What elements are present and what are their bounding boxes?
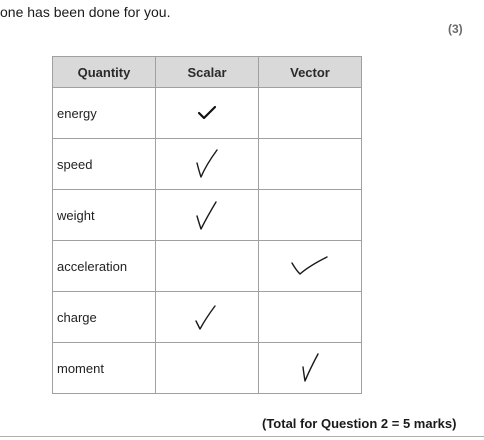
handwritten-tick-icon: [196, 201, 217, 230]
handwritten-tick-icon: [195, 305, 216, 330]
scalar-cell[interactable]: [155, 240, 259, 292]
instruction-text: one has been done for you.: [0, 4, 171, 20]
vector-cell[interactable]: [258, 240, 362, 292]
vector-cell[interactable]: [258, 189, 362, 241]
scalar-cell[interactable]: [155, 189, 259, 241]
printed-tick-icon: [197, 105, 217, 120]
quantity-cell: speed: [52, 138, 156, 190]
vector-cell[interactable]: [258, 342, 362, 394]
vector-cell[interactable]: [258, 138, 362, 190]
question-total: (Total for Question 2 = 5 marks): [262, 416, 457, 431]
quantity-cell: moment: [52, 342, 156, 394]
table-row: speed: [52, 138, 362, 190]
scalar-vector-table: Quantity Scalar Vector energy speed weig…: [52, 56, 362, 394]
scalar-cell[interactable]: [155, 87, 259, 139]
bottom-divider: [0, 436, 484, 437]
scalar-cell[interactable]: [155, 342, 259, 394]
scalar-cell[interactable]: [155, 291, 259, 343]
header-vector: Vector: [258, 56, 362, 88]
header-scalar: Scalar: [155, 56, 259, 88]
handwritten-tick-icon: [302, 353, 319, 382]
quantity-cell: acceleration: [52, 240, 156, 292]
table-row: charge: [52, 291, 362, 343]
handwritten-tick-icon: [291, 256, 328, 275]
quantity-cell: weight: [52, 189, 156, 241]
table-row: moment: [52, 342, 362, 394]
quantity-cell: energy: [52, 87, 156, 139]
marks-label: (3): [448, 22, 463, 36]
quantity-cell: charge: [52, 291, 156, 343]
vector-cell[interactable]: [258, 291, 362, 343]
table-row: acceleration: [52, 240, 362, 292]
table-row: energy: [52, 87, 362, 139]
table-row: weight: [52, 189, 362, 241]
header-quantity: Quantity: [52, 56, 156, 88]
scalar-cell[interactable]: [155, 138, 259, 190]
table-header-row: Quantity Scalar Vector: [52, 56, 362, 88]
handwritten-tick-icon: [196, 149, 218, 178]
vector-cell[interactable]: [258, 87, 362, 139]
